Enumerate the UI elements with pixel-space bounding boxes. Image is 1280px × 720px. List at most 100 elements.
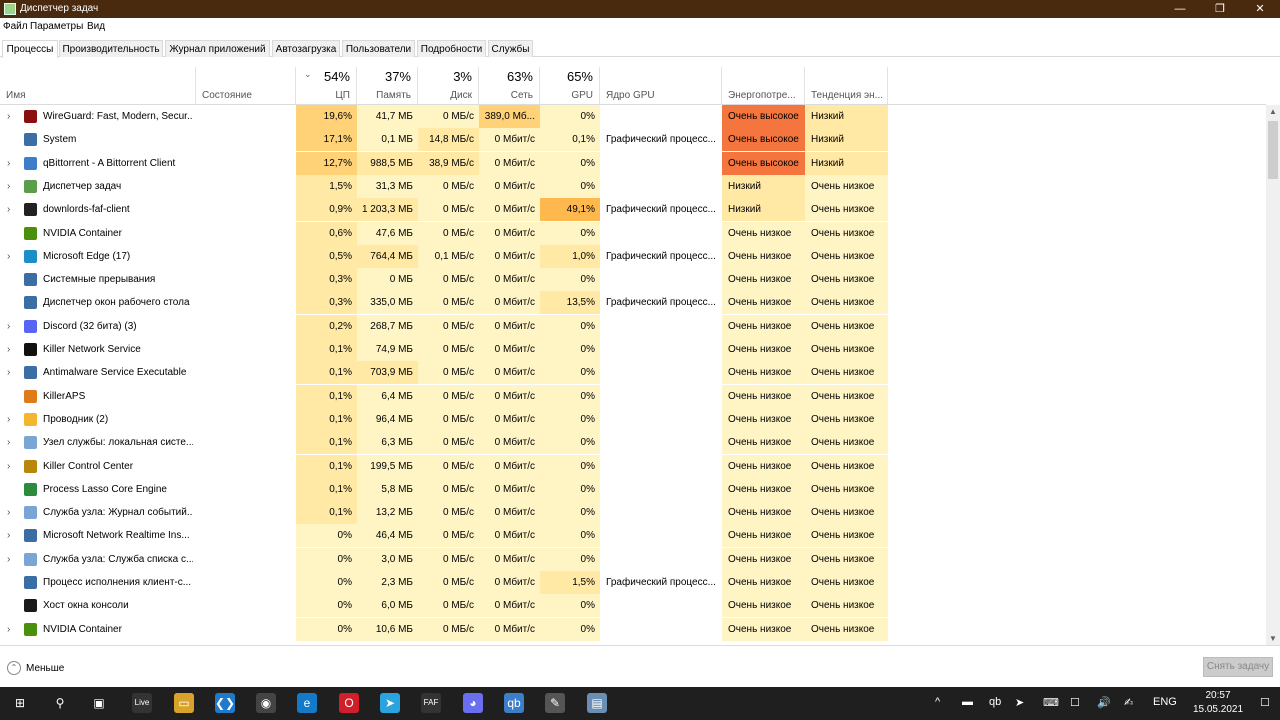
table-row[interactable]: › WireGuard: Fast, Modern, Secur... 19,6% 4… bbox=[0, 105, 1266, 128]
table-row[interactable]: Системные прерывания 0,3% 0 МБ 0 МБ/с 0 Мбит… bbox=[0, 268, 1266, 292]
table-row[interactable]: › Узел службы: локальная систе... 0,1% 6,3 … bbox=[0, 431, 1266, 455]
telegram-icon[interactable]: ➤ bbox=[380, 693, 400, 713]
table-row[interactable]: › NVIDIA Container 0% 10,6 МБ 0 МБ/с 0 Мбит/с… bbox=[0, 617, 1266, 641]
language-indicator[interactable]: ENG bbox=[1153, 696, 1177, 708]
table-row[interactable]: NVIDIA Container 0,6% 47,6 МБ 0 МБ/с 0 Мбит/… bbox=[0, 221, 1266, 245]
table-row[interactable]: › Служба узла: Служба списка с... 0% 3,0 МБ… bbox=[0, 547, 1266, 571]
search-icon[interactable]: ⚲ bbox=[50, 693, 70, 713]
maximize-button[interactable]: ❐ bbox=[1200, 0, 1240, 18]
table-row[interactable]: KillerAPS 0,1% 6,4 МБ 0 МБ/с 0 Мбит/с 0% Очень… bbox=[0, 384, 1266, 408]
table-row[interactable]: › downlords-faf-client 0,9% 1 203,3 МБ 0 МБ/… bbox=[0, 198, 1266, 222]
menu-view[interactable]: Вид bbox=[87, 21, 105, 32]
expand-chevron-icon[interactable]: › bbox=[7, 501, 10, 524]
display-icon[interactable]: ☐ bbox=[1070, 696, 1080, 709]
tab-processes[interactable]: Процессы bbox=[2, 40, 58, 58]
fewer-details-button[interactable]: ⌃ Меньше bbox=[7, 661, 64, 675]
table-row[interactable]: Диспетчер окон рабочего стола 0,3% 335,0 М… bbox=[0, 291, 1266, 315]
opera-icon[interactable]: O bbox=[339, 693, 359, 713]
expand-chevron-icon[interactable]: › bbox=[7, 455, 10, 478]
table-row[interactable]: › Служба узла: Журнал событий... 0,1% 13,2 … bbox=[0, 501, 1266, 525]
column-header-name[interactable]: Имя bbox=[0, 67, 196, 104]
task-manager-icon[interactable]: ▤ bbox=[587, 693, 607, 713]
table-row[interactable]: › Проводник (2) 0,1% 96,4 МБ 0 МБ/с 0 Мбит/с 0… bbox=[0, 407, 1266, 431]
tab-startup[interactable]: Автозагрузка bbox=[272, 40, 340, 57]
column-header-memory[interactable]: 37% Память bbox=[357, 67, 418, 104]
table-row[interactable]: › qBittorrent - A Bittorrent Client 12,7% 9… bbox=[0, 151, 1266, 175]
expand-chevron-icon[interactable]: › bbox=[7, 175, 10, 198]
column-header-status[interactable]: Состояние bbox=[196, 67, 296, 104]
expand-chevron-icon[interactable]: › bbox=[7, 408, 10, 431]
pen-icon[interactable]: ✍ bbox=[1124, 696, 1133, 709]
menu-options[interactable]: Параметры bbox=[30, 21, 83, 32]
expand-chevron-icon[interactable]: › bbox=[7, 198, 10, 221]
table-row[interactable]: › Killer Control Center 0,1% 199,5 МБ 0 МБ/с… bbox=[0, 454, 1266, 478]
column-header-gpu[interactable]: 65% GPU bbox=[540, 67, 600, 104]
table-row[interactable]: System 17,1% 0,1 МБ 14,8 МБ/с 0 Мбит/с 0,1% Гр… bbox=[0, 128, 1266, 152]
table-row[interactable]: Process Lasso Core Engine 0,1% 5,8 МБ 0 МБ/… bbox=[0, 477, 1266, 501]
column-header-network[interactable]: 63% Сеть bbox=[479, 67, 540, 104]
expand-chevron-icon[interactable]: › bbox=[7, 315, 10, 338]
tray-qbittorrent-icon[interactable]: qb bbox=[989, 696, 1001, 708]
network-cell: 0 Мбит/с bbox=[479, 384, 540, 408]
tab-details[interactable]: Подробности bbox=[417, 40, 486, 57]
show-hidden-icons-icon[interactable]: ^ bbox=[935, 696, 940, 708]
column-header-cpu[interactable]: ⌄ 54% ЦП bbox=[296, 67, 357, 104]
tab-services[interactable]: Службы bbox=[488, 40, 533, 57]
disk-cell: 0 МБ/с bbox=[418, 547, 479, 571]
qbittorrent-icon[interactable]: qb bbox=[504, 693, 524, 713]
vscode-icon[interactable]: ❮❯ bbox=[215, 693, 235, 713]
memory-cell: 335,0 МБ bbox=[357, 291, 418, 315]
scrollbar-thumb[interactable] bbox=[1268, 121, 1278, 179]
faf-icon[interactable]: FAF bbox=[421, 693, 441, 713]
expand-chevron-icon[interactable]: › bbox=[7, 245, 10, 268]
expand-chevron-icon[interactable]: › bbox=[7, 152, 10, 175]
table-row[interactable]: Хост окна консоли 0% 6,0 МБ 0 МБ/с 0 Мбит/с 0… bbox=[0, 594, 1266, 618]
tray-app-icon[interactable]: ▬ bbox=[962, 696, 973, 708]
table-row[interactable]: › Microsoft Edge (17) 0,5% 764,4 МБ 0,1 МБ/с… bbox=[0, 244, 1266, 268]
task-view-icon[interactable]: ▣ bbox=[89, 693, 109, 713]
tab-users[interactable]: Пользователи bbox=[342, 40, 415, 57]
end-task-button[interactable]: Снять задачу bbox=[1203, 657, 1273, 677]
table-row[interactable]: › Microsoft Network Realtime Ins... 0% 46,4… bbox=[0, 524, 1266, 548]
tool-icon[interactable]: ✎ bbox=[545, 693, 565, 713]
tray-telegram-icon[interactable]: ➤ bbox=[1015, 696, 1024, 709]
expand-chevron-icon[interactable]: › bbox=[7, 524, 10, 547]
app-icon[interactable]: ◉ bbox=[256, 693, 276, 713]
table-row[interactable]: › Antimalware Service Executable 0,1% 703,9… bbox=[0, 361, 1266, 385]
table-row[interactable]: Процесс исполнения клиент-с... 0% 2,3 МБ 0 … bbox=[0, 571, 1266, 594]
column-header-disk[interactable]: 3% Диск bbox=[418, 67, 479, 104]
table-row[interactable]: › Killer Network Service 0,1% 74,9 МБ 0 МБ/с… bbox=[0, 338, 1266, 361]
tab-app-history[interactable]: Журнал приложений bbox=[165, 40, 270, 57]
volume-icon[interactable]: 🔊 bbox=[1097, 696, 1111, 709]
keyboard-icon[interactable]: ⌨ bbox=[1043, 696, 1059, 709]
live-icon[interactable]: Live bbox=[132, 693, 152, 713]
expand-chevron-icon[interactable]: › bbox=[7, 548, 10, 571]
notification-icon[interactable]: ☐ bbox=[1260, 696, 1270, 709]
file-explorer-icon[interactable]: ▭ bbox=[174, 693, 194, 713]
expand-chevron-icon[interactable]: › bbox=[7, 361, 10, 384]
discord-icon[interactable]: ◕ bbox=[463, 693, 483, 713]
scroll-up-icon[interactable]: ▲ bbox=[1266, 105, 1280, 118]
scroll-down-icon[interactable]: ▼ bbox=[1266, 632, 1280, 645]
tab-performance[interactable]: Производительность bbox=[59, 40, 163, 57]
expand-chevron-icon[interactable]: › bbox=[7, 618, 10, 641]
vertical-scrollbar[interactable]: ▲ ▼ bbox=[1266, 105, 1280, 645]
column-header-power-trend[interactable]: Тенденция эн... bbox=[805, 67, 888, 104]
table-row[interactable]: › Discord (32 бита) (3) 0,2% 268,7 МБ 0 МБ/с… bbox=[0, 314, 1266, 338]
close-button[interactable]: ✕ bbox=[1240, 0, 1280, 18]
menu-file[interactable]: Файл bbox=[3, 21, 28, 32]
edge-icon[interactable]: e bbox=[297, 693, 317, 713]
expand-chevron-icon[interactable]: › bbox=[7, 105, 10, 128]
minimize-button[interactable]: — bbox=[1160, 0, 1200, 18]
network-cell: 0 Мбит/с bbox=[479, 477, 540, 501]
start-button[interactable]: ⊞ bbox=[10, 693, 30, 713]
expand-chevron-icon[interactable]: › bbox=[7, 338, 10, 361]
power-trend-cell: Очень низкое bbox=[805, 198, 888, 222]
expand-chevron-icon[interactable]: › bbox=[7, 431, 10, 454]
column-header-power-usage[interactable]: Энергопотре... bbox=[722, 67, 805, 104]
column-header-gpu-engine[interactable]: Ядро GPU bbox=[600, 67, 722, 104]
faf-client-icon bbox=[24, 203, 37, 217]
clock[interactable]: 20:57 15.05.2021 bbox=[1183, 689, 1253, 717]
table-row[interactable]: › Диспетчер задач 1,5% 31,3 МБ 0 МБ/с 0 Мбит/… bbox=[0, 174, 1266, 198]
network-cell: 0 Мбит/с bbox=[479, 431, 540, 455]
